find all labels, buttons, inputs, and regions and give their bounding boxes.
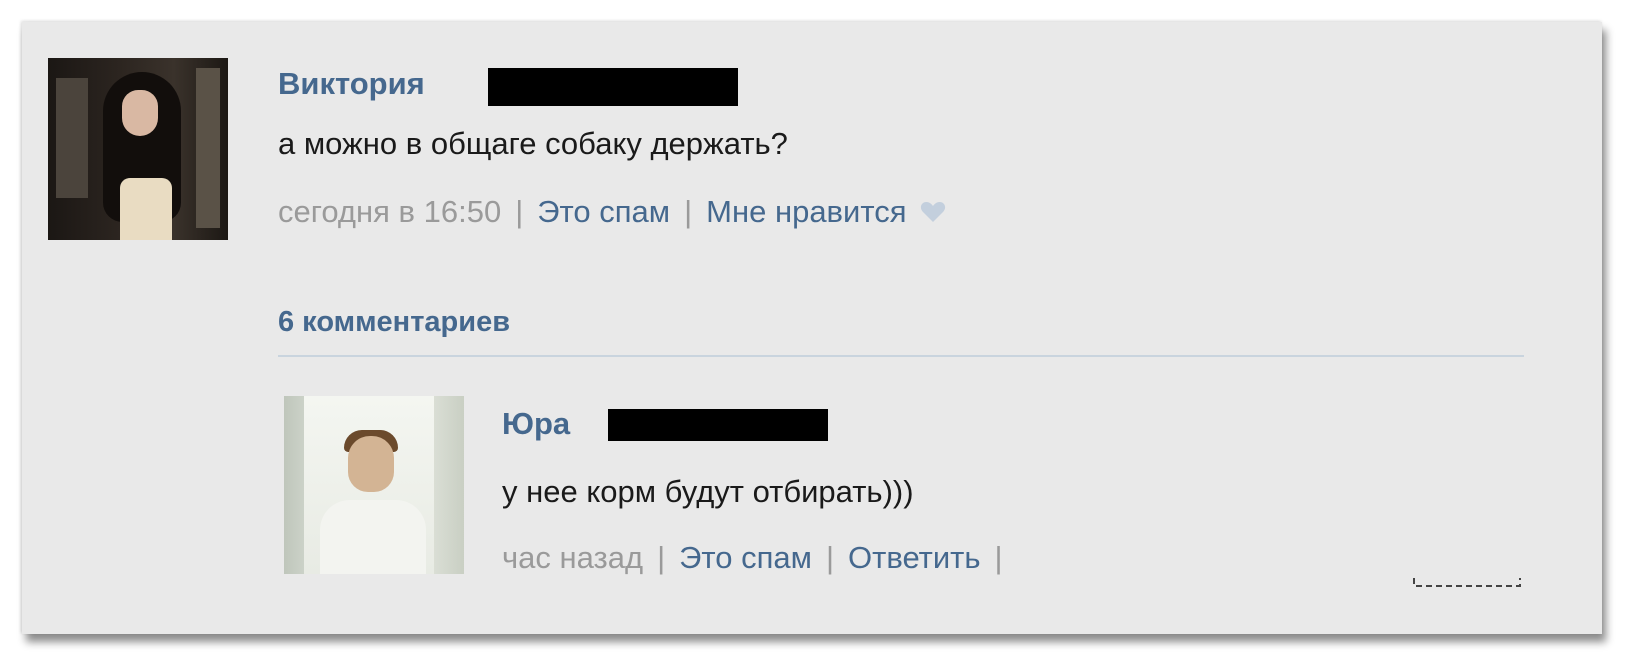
comment-meta: час назад | Это спам | Ответить | <box>502 540 1017 576</box>
avatar-background-left <box>56 78 88 198</box>
meta-separator: | <box>657 540 666 575</box>
avatar-face <box>122 90 158 136</box>
post-like-link[interactable]: Мне нравится <box>706 194 906 230</box>
comment-reply-link[interactable]: Ответить <box>848 540 981 576</box>
post-time[interactable]: сегодня в 16:50 <box>278 194 501 230</box>
avatar-background-right <box>196 68 220 228</box>
screenshot-frame: Виктория а можно в общаге собаку держать… <box>22 22 1602 634</box>
post-author-name[interactable]: Виктория <box>278 66 425 102</box>
comment-author-avatar[interactable] <box>284 396 464 574</box>
comments-divider <box>278 355 1524 357</box>
wall-post: Виктория а можно в общаге собаку держать… <box>22 22 1602 634</box>
post-text: а можно в общаге собаку держать? <box>278 126 788 161</box>
post-meta: сегодня в 16:50 | Это спам | Мне нравитс… <box>278 194 946 230</box>
meta-separator: | <box>994 540 1003 575</box>
redacted-surname <box>488 68 738 106</box>
avatar-face <box>348 436 394 492</box>
redacted-surname <box>608 409 828 441</box>
meta-separator: | <box>684 194 693 229</box>
comment-author-name[interactable]: Юра <box>502 406 570 442</box>
comment-spam-link[interactable]: Это спам <box>679 540 812 576</box>
meta-separator: | <box>515 194 524 229</box>
heart-icon[interactable] <box>920 200 946 224</box>
avatar-shirt <box>320 500 426 574</box>
watermark-corner-icon <box>1413 578 1521 587</box>
avatar-dress <box>120 178 172 240</box>
comments-count-link[interactable]: 6 комментариев <box>278 306 510 339</box>
comment-time[interactable]: час назад <box>502 540 643 576</box>
comment-text: у нее корм будут отбирать))) <box>502 474 914 509</box>
post-spam-link[interactable]: Это спам <box>537 194 670 230</box>
meta-separator: | <box>825 540 835 575</box>
post-author-avatar[interactable] <box>48 58 228 240</box>
